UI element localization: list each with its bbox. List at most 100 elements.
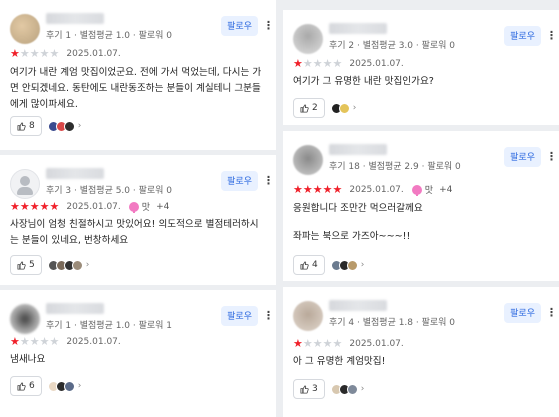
star-rating: ★★★★★ — [10, 335, 59, 348]
star-empty-icon: ★ — [39, 335, 50, 348]
reviewer-name-blurred[interactable] — [46, 303, 104, 314]
avatar[interactable] — [10, 169, 40, 199]
star-filled-icon: ★ — [10, 47, 20, 60]
review-line: 응원합니다 조만간 먹으러갈께요 — [293, 203, 423, 214]
chevron-right-icon: › — [85, 260, 90, 270]
star-filled-icon: ★ — [332, 183, 343, 196]
like-button[interactable]: 5 — [10, 255, 42, 275]
star-empty-icon: ★ — [312, 57, 323, 70]
like-button[interactable]: 6 — [10, 376, 42, 396]
avatar[interactable] — [293, 301, 323, 331]
like-count: 3 — [312, 384, 318, 394]
reviewer-stats: 후기 2 · 별점평균 3.0 · 팔로워 0 — [329, 41, 456, 51]
review-card: 후기 18 · 별점평균 2.9 · 팔로워 0 팔로우 ⋮ ★★★★★ 202… — [283, 131, 559, 281]
thumb-up-icon — [17, 381, 26, 391]
taste-more-count: +4 — [439, 184, 453, 195]
star-empty-icon: ★ — [332, 57, 343, 70]
like-count: 4 — [312, 260, 318, 270]
star-empty-icon: ★ — [302, 57, 313, 70]
follow-button[interactable]: 팔로우 — [504, 303, 541, 323]
chevron-right-icon: › — [360, 260, 365, 270]
avatar[interactable] — [10, 14, 40, 44]
like-button[interactable]: 2 — [293, 98, 325, 118]
person-icon — [20, 176, 30, 186]
star-rating: ★★★★★ — [10, 200, 59, 213]
taste-label: 맛 — [424, 186, 434, 196]
liker-avatars[interactable]: › — [47, 380, 82, 392]
more-vertical-icon[interactable]: ⋮ — [263, 306, 274, 326]
star-empty-icon: ★ — [19, 335, 30, 348]
liker-avatar — [346, 259, 358, 271]
taste-badge: 맛 +4 — [411, 183, 453, 196]
liker-avatars[interactable]: › — [330, 383, 365, 395]
review-actions: 6 › — [10, 376, 81, 396]
follow-button[interactable]: 팔로우 — [504, 147, 541, 167]
star-filled-icon: ★ — [10, 335, 20, 348]
like-button[interactable]: 4 — [293, 255, 325, 275]
taste-badge: 맛 +4 — [128, 200, 169, 213]
more-vertical-icon[interactable]: ⋮ — [546, 26, 557, 46]
star-filled-icon: ★ — [312, 183, 323, 196]
reviewer-name-blurred[interactable] — [329, 23, 387, 34]
taste-label: 맛 — [141, 203, 151, 213]
star-rating: ★★★★★ — [293, 57, 342, 70]
liker-avatars[interactable]: › — [47, 259, 90, 271]
review-line: 냄새나요 — [10, 354, 46, 365]
star-empty-icon: ★ — [322, 337, 333, 350]
star-empty-icon: ★ — [19, 47, 30, 60]
star-filled-icon: ★ — [10, 200, 20, 213]
liker-avatar — [63, 380, 75, 392]
avatar[interactable] — [293, 145, 323, 175]
star-filled-icon: ★ — [29, 200, 40, 213]
review-date: 2025.01.07. — [66, 48, 121, 59]
star-empty-icon: ★ — [312, 337, 323, 350]
reviewer-name-blurred[interactable] — [46, 13, 104, 24]
chevron-right-icon: › — [77, 381, 82, 391]
more-vertical-icon[interactable]: ⋮ — [546, 147, 557, 167]
reviewer-stats: 후기 3 · 별점평균 5.0 · 팔로워 0 — [46, 186, 173, 196]
liker-avatars[interactable]: › — [330, 102, 357, 114]
star-rating: ★★★★★ — [293, 337, 342, 350]
review-date: 2025.01.07. — [66, 201, 121, 212]
review-card: 후기 3 · 별점평균 5.0 · 팔로워 0 팔로우 ⋮ ★★★★★ 2025… — [0, 155, 276, 285]
thumb-up-icon — [300, 103, 309, 113]
review-line: 아 그 유명한 계엄맛집! — [293, 356, 386, 367]
reviewer-name-blurred[interactable] — [329, 300, 387, 311]
star-empty-icon: ★ — [49, 335, 60, 348]
reviewer-name-blurred[interactable] — [46, 168, 104, 179]
avatar[interactable] — [293, 24, 323, 54]
like-button[interactable]: 8 — [10, 116, 42, 136]
more-vertical-icon[interactable]: ⋮ — [263, 16, 274, 36]
more-vertical-icon[interactable]: ⋮ — [546, 303, 557, 323]
review-card: 후기 2 · 별점평균 3.0 · 팔로워 0 팔로우 ⋮ ★★★★★ 2025… — [283, 10, 559, 125]
star-filled-icon: ★ — [302, 183, 313, 196]
review-text: 여기가 그 유명한 내란 맛집인가요? — [293, 74, 549, 90]
chevron-right-icon: › — [352, 103, 357, 113]
thumb-up-icon — [300, 260, 309, 270]
chevron-right-icon: › — [360, 384, 365, 394]
taste-badge-icon — [128, 201, 139, 213]
liker-avatars[interactable]: › — [47, 120, 81, 132]
review-actions: 3 › — [293, 379, 364, 399]
reviewer-stats: 후기 4 · 별점평균 1.8 · 팔로워 0 — [329, 318, 456, 328]
review-actions: 2 › — [293, 98, 356, 118]
review-text: 아 그 유명한 계엄맛집! — [293, 354, 549, 370]
rating-row: ★★★★★ 2025.01.07. — [293, 57, 404, 70]
more-vertical-icon[interactable]: ⋮ — [263, 171, 274, 191]
review-card: 후기 1 · 별점평균 1.0 · 팔로워 0 팔로우 ⋮ ★★★★★ 2025… — [0, 0, 276, 150]
review-text: 응원합니다 조만간 먹으러갈께요 좌파는 북으로 가즈아~~~!! — [293, 201, 549, 245]
follow-button[interactable]: 팔로우 — [504, 26, 541, 46]
review-card: 후기 1 · 별점평균 1.0 · 팔로워 1 팔로우 ⋮ ★★★★★ 2025… — [0, 290, 276, 417]
review-date: 2025.01.07. — [349, 184, 404, 195]
liker-avatars[interactable]: › — [330, 259, 365, 271]
star-filled-icon: ★ — [19, 200, 30, 213]
like-button[interactable]: 3 — [293, 379, 325, 399]
follow-button[interactable]: 팔로우 — [221, 171, 258, 191]
follow-button[interactable]: 팔로우 — [221, 306, 258, 326]
avatar[interactable] — [10, 304, 40, 334]
reviewer-name-blurred[interactable] — [329, 144, 387, 155]
star-empty-icon: ★ — [29, 335, 40, 348]
follow-button[interactable]: 팔로우 — [221, 16, 258, 36]
liker-avatar — [338, 102, 350, 114]
reviewer-stats: 후기 18 · 별점평균 2.9 · 팔로워 0 — [329, 162, 461, 172]
